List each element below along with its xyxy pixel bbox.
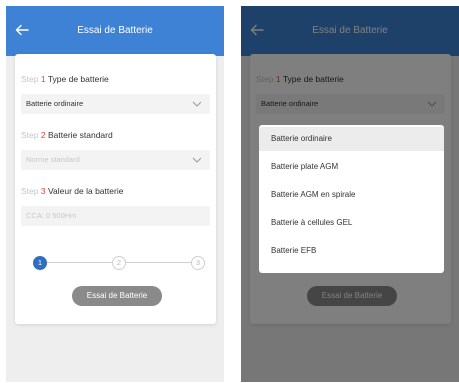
battery-test-card: Step 1 Type de batterie Batterie ordinai… — [15, 54, 216, 324]
option-item[interactable]: Batterie EFB — [259, 239, 444, 263]
battery-type-options: Batterie ordinaire Batterie plate AGM Ba… — [259, 125, 444, 273]
chevron-down-icon — [192, 101, 202, 107]
option-item[interactable]: Batterie à cellules GEL — [259, 211, 444, 235]
step-dot-2: 2 — [112, 256, 126, 270]
step-progress: 1 2 3 — [33, 256, 205, 270]
page-title: Essai de Batterie — [77, 25, 153, 36]
step-number: 1 — [40, 74, 46, 84]
progress-connector — [126, 262, 191, 263]
option-item[interactable]: Batterie AGM en spirale — [259, 183, 444, 207]
step-dot-1: 1 — [33, 256, 47, 270]
step-word: Step — [21, 186, 39, 196]
option-item[interactable]: Batterie plate AGM — [259, 155, 444, 179]
app-bar: Essai de Batterie — [6, 6, 224, 56]
step-1-label: Step 1 Type de batterie — [21, 74, 109, 84]
step-number: 2 — [40, 130, 46, 140]
battery-standard-select[interactable]: Norme standard — [21, 150, 210, 170]
step-2-label: Step 2 Batterie standard — [21, 130, 113, 140]
screen-battery-test-form: Essai de Batterie Step 1 Type de batteri… — [6, 6, 224, 382]
battery-standard-placeholder: Norme standard — [26, 155, 80, 164]
step-title: Batterie standard — [47, 130, 113, 140]
option-item[interactable]: Batterie ordinaire — [259, 127, 444, 151]
step-word: Step — [21, 130, 39, 140]
step-title: Type de batterie — [47, 74, 109, 84]
battery-type-value: Batterie ordinaire — [26, 99, 84, 108]
run-battery-test-button[interactable]: Essai de Batterie — [72, 286, 162, 306]
screen-battery-type-picker: Essai de Batterie Step 1 Type de batteri… — [241, 6, 459, 382]
progress-connector — [47, 262, 112, 263]
battery-value-placeholder: CCA: 0 500Hm — [26, 211, 77, 220]
step-title: Valeur de la batterie — [47, 186, 124, 196]
chevron-down-icon — [192, 157, 202, 163]
step-dot-3: 3 — [191, 256, 205, 270]
battery-value-input[interactable]: CCA: 0 500Hm — [21, 206, 210, 226]
battery-type-select[interactable]: Batterie ordinaire — [21, 94, 210, 114]
step-3-label: Step 3 Valeur de la batterie — [21, 186, 123, 196]
step-word: Step — [21, 74, 39, 84]
step-number: 3 — [40, 186, 46, 196]
